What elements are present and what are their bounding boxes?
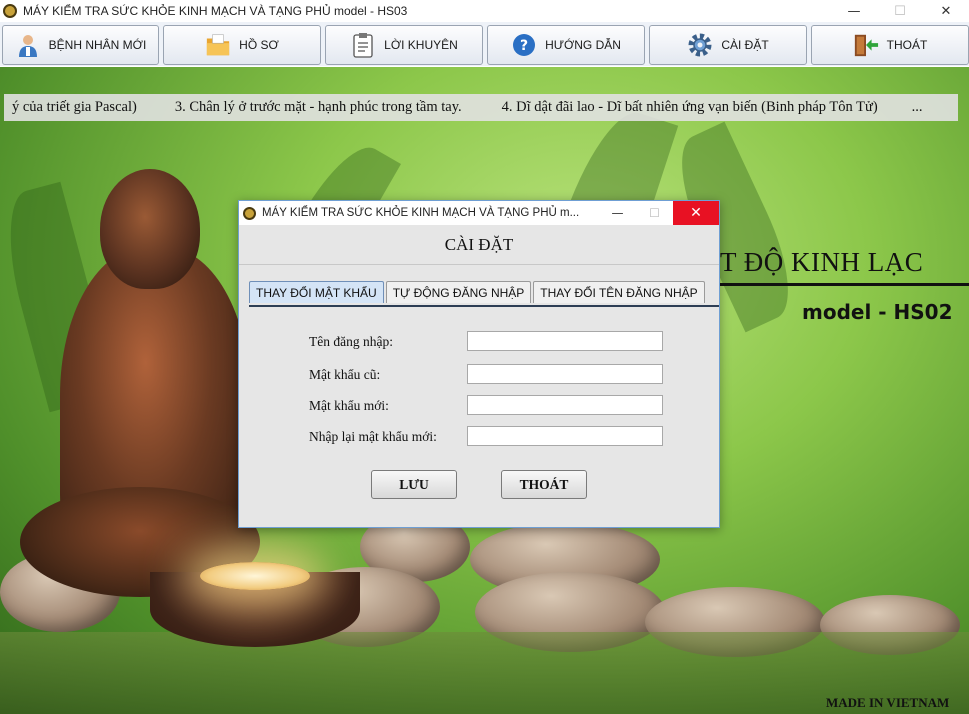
new-password-label: Mật khẩu mới: [309, 398, 389, 413]
tab-auto-login[interactable]: TỰ ĐỘNG ĐĂNG NHẬP [385, 281, 532, 303]
close-button[interactable]: ✕ [923, 0, 969, 22]
dialog-window-controls: — ☐ ✕ [599, 201, 719, 225]
old-password-field[interactable] [467, 364, 663, 384]
settings-button[interactable]: CÀI ĐẶT [649, 25, 807, 65]
username-label: Tên đăng nhập: [309, 334, 393, 349]
dialog-close-button[interactable]: ✕ [673, 201, 719, 225]
made-in-label: MADE IN VIETNAM [826, 695, 950, 710]
candle-light [200, 562, 310, 590]
folder-icon [205, 32, 231, 58]
save-button[interactable]: LƯU [371, 470, 457, 499]
exit-label: THOÁT [886, 38, 928, 52]
minimize-button[interactable]: — [831, 0, 877, 22]
window-title: MÁY KIỂM TRA SỨC KHỎE KINH MẠCH VÀ TẠNG … [23, 4, 408, 18]
marquee-item: 3. Chân lý ở trước mặt - hạnh phúc trong… [174, 99, 462, 115]
patient-icon [15, 32, 41, 58]
records-label: HỒ SƠ [239, 38, 279, 52]
dialog-exit-button[interactable]: THOÁT [501, 470, 587, 499]
svg-text:?: ? [520, 38, 528, 54]
heading-underline [715, 283, 969, 286]
advice-label: LỜI KHUYÊN [384, 38, 458, 52]
guide-label: HƯỚNG DẪN [545, 38, 621, 52]
app-titlebar: MÁY KIỂM TRA SỨC KHỎE KINH MẠCH VÀ TẠNG … [0, 0, 969, 22]
dialog-title: MÁY KIỂM TRA SỨC KHỎE KINH MẠCH VÀ TẠNG … [262, 207, 580, 219]
confirm-password-label: Nhập lại mật khẩu mới: [309, 429, 437, 444]
tab-change-username[interactable]: THAY ĐỔI TÊN ĐĂNG NHẬP [533, 281, 705, 303]
exit-button[interactable]: THOÁT [811, 25, 969, 65]
quote-marquee: ý của triết gia Pascal) 3. Chân lý ở trư… [4, 94, 958, 121]
tab-divider [249, 305, 719, 307]
confirm-password-field[interactable] [467, 426, 663, 446]
window-controls: — ☐ ✕ [831, 0, 969, 22]
dialog-header: CÀI ĐẶT [239, 225, 719, 265]
new-password-field[interactable] [467, 395, 663, 415]
marquee-item: 4. Dĩ dật đãi lao - Dĩ bất nhiên ứng vạn… [501, 99, 878, 115]
water-reflection [0, 632, 969, 714]
buddha-head [100, 169, 200, 289]
marquee-item: ... [911, 99, 923, 115]
old-password-label: Mật khẩu cũ: [309, 367, 381, 382]
records-button[interactable]: HỒ SƠ [163, 25, 321, 65]
new-patient-button[interactable]: BỆNH NHÂN MỚI [2, 25, 159, 65]
model-label: model - HS02 [802, 300, 953, 324]
background-heading: T ĐỘ KINH LẠC [720, 247, 924, 277]
settings-tabs: THAY ĐỔI MẬT KHẨU TỰ ĐỘNG ĐĂNG NHẬP THAY… [249, 281, 707, 303]
settings-label: CÀI ĐẶT [721, 38, 769, 52]
dialog-minimize-button[interactable]: — [599, 201, 636, 225]
tab-change-password[interactable]: THAY ĐỔI MẬT KHẨU [249, 281, 384, 303]
marquee-item: ý của triết gia Pascal) [12, 99, 137, 115]
dialog-maximize-button[interactable]: ☐ [636, 201, 673, 225]
settings-dialog: MÁY KIỂM TRA SỨC KHỎE KINH MẠCH VÀ TẠNG … [238, 200, 720, 528]
app-logo-icon [3, 4, 17, 18]
gear-icon [687, 32, 713, 58]
advice-button[interactable]: LỜI KHUYÊN [325, 25, 483, 65]
maximize-button[interactable]: ☐ [877, 0, 923, 22]
help-icon: ? [511, 32, 537, 58]
dialog-titlebar: MÁY KIỂM TRA SỨC KHỎE KINH MẠCH VÀ TẠNG … [239, 201, 719, 225]
dialog-logo-icon [243, 206, 256, 220]
username-field[interactable] [467, 331, 663, 351]
exit-door-icon [853, 32, 879, 58]
toolbar: BỆNH NHÂN MỚI HỒ SƠ LỜI KHUYÊN ? HƯỚNG D… [0, 22, 969, 66]
clipboard-icon [350, 32, 376, 58]
guide-button[interactable]: ? HƯỚNG DẪN [487, 25, 645, 65]
new-patient-label: BỆNH NHÂN MỚI [48, 38, 147, 52]
